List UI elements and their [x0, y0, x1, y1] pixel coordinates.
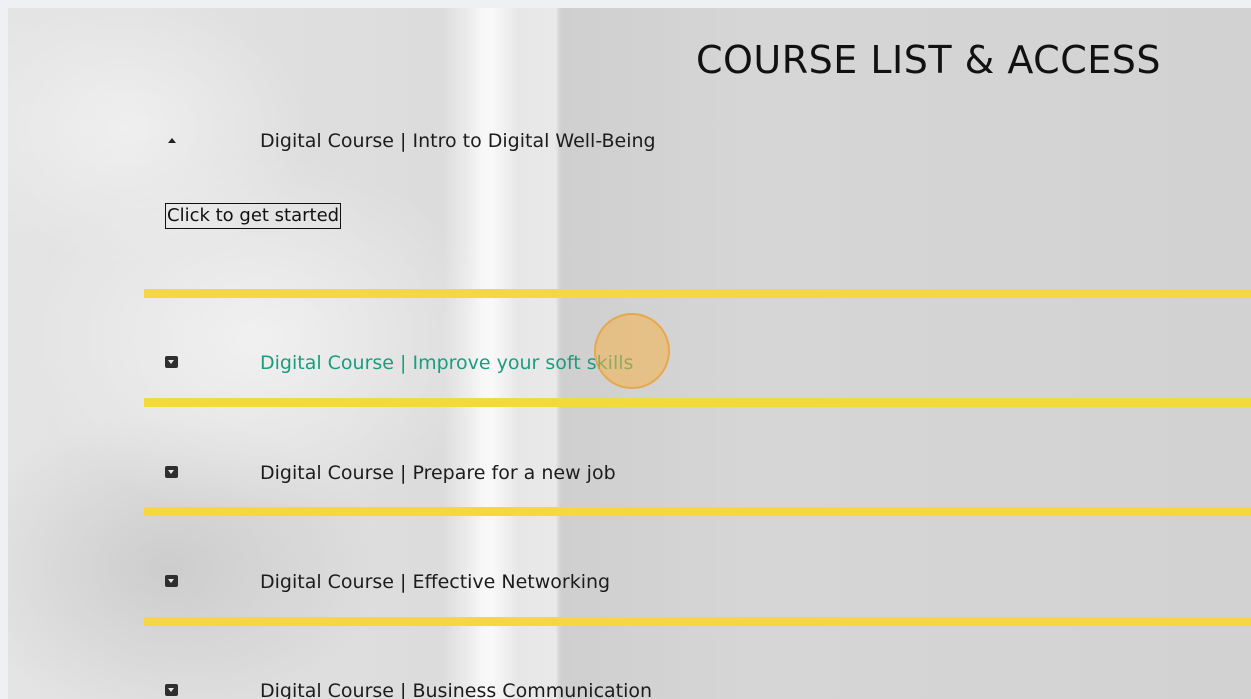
divider [144, 289, 1251, 298]
caret-up-icon[interactable] [165, 134, 178, 146]
accordion-item-title[interactable]: Digital Course | Prepare for a new job [260, 462, 616, 484]
accordion-item[interactable]: Digital Course | Business Communication [8, 672, 1251, 699]
cursor-highlight [594, 313, 670, 389]
accordion-item-title[interactable]: Digital Course | Business Communication [260, 680, 652, 699]
page-title: COURSE LIST & ACCESS [695, 38, 1161, 82]
divider [144, 507, 1251, 516]
accordion-item-title[interactable]: Digital Course | Intro to Digital Well-B… [260, 130, 656, 152]
accordion-item[interactable]: Digital Course | Intro to Digital Well-B… [8, 122, 1251, 162]
caret-down-box-icon[interactable] [165, 356, 178, 368]
divider [144, 617, 1251, 626]
caret-down-box-icon[interactable] [165, 466, 178, 478]
page-background: COURSE LIST & ACCESS Digital Course | In… [8, 8, 1251, 699]
accordion-item[interactable]: Digital Course | Prepare for a new job [8, 454, 1251, 494]
caret-down-box-icon[interactable] [165, 684, 178, 696]
caret-down-box-icon[interactable] [165, 575, 178, 587]
divider [144, 398, 1251, 407]
get-started-link[interactable]: Click to get started [165, 203, 342, 229]
accordion-item[interactable]: Digital Course | Effective Networking [8, 563, 1251, 603]
accordion-item-title[interactable]: Digital Course | Effective Networking [260, 571, 610, 593]
accordion-item-title[interactable]: Digital Course | Improve your soft skill… [260, 352, 633, 374]
